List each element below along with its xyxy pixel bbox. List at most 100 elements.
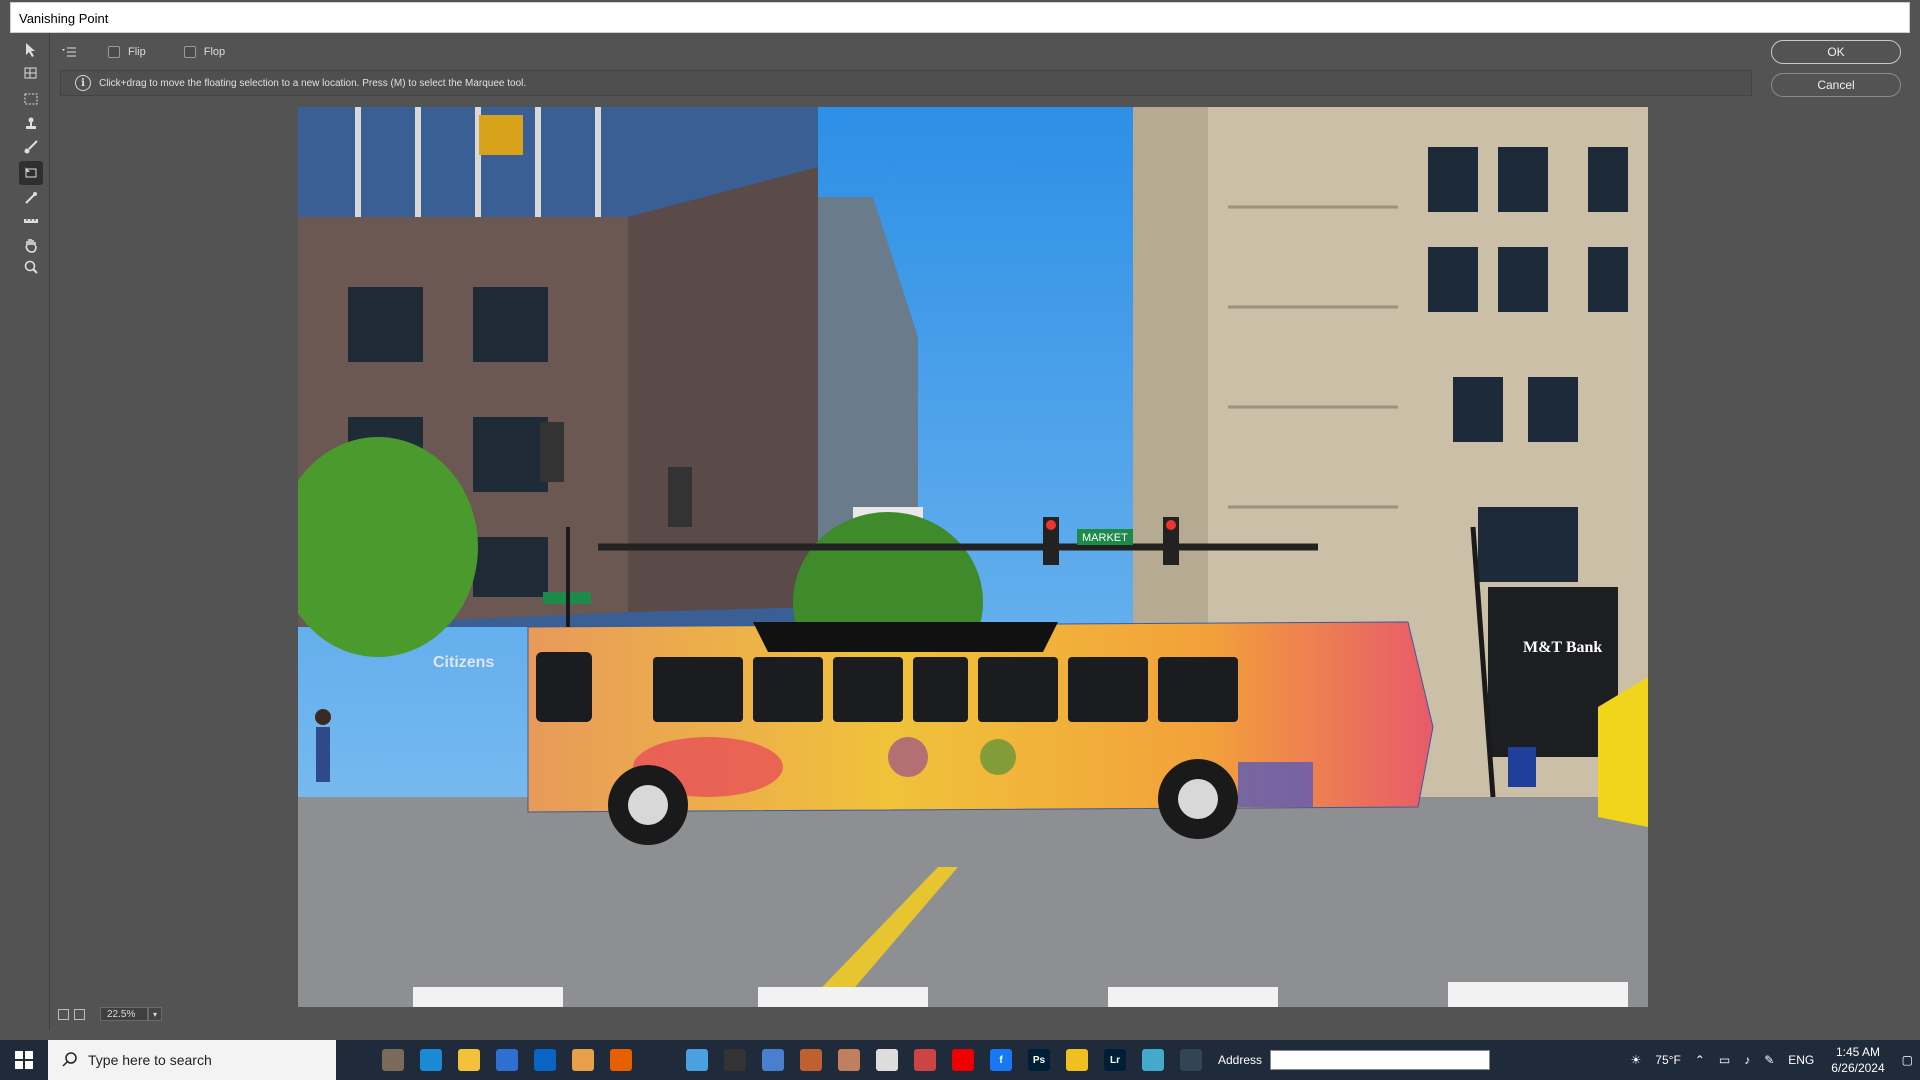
app-icon-glyph (876, 1049, 898, 1071)
info-message: Click+drag to move the floating selectio… (99, 77, 527, 89)
firefox-icon-glyph (610, 1049, 632, 1071)
youtube-icon[interactable] (944, 1040, 982, 1080)
brush-icon[interactable] (19, 135, 43, 159)
dropbox-icon[interactable] (640, 1040, 678, 1080)
task-view-icon[interactable] (336, 1040, 374, 1080)
task-view-icon-glyph (344, 1049, 366, 1071)
transform-icon[interactable] (19, 161, 43, 185)
app-icon-glyph (800, 1049, 822, 1071)
address-label: Address (1218, 1053, 1263, 1067)
edge-icon-glyph (420, 1049, 442, 1071)
mt-bank-sign: M&T Bank (1523, 639, 1602, 656)
amazon-icon[interactable] (716, 1040, 754, 1080)
windows-logo-icon (15, 1051, 33, 1069)
start-button[interactable] (0, 1040, 48, 1080)
app-icon[interactable] (830, 1040, 868, 1080)
market-street-sign: MARKET (1082, 532, 1128, 544)
app-icon-glyph (914, 1049, 936, 1071)
stamp-icon[interactable] (19, 112, 43, 136)
photoshop-icon[interactable]: Ps (1020, 1040, 1058, 1080)
app-icon-glyph (762, 1049, 784, 1071)
taskbar-apps: f Ps Lr (336, 1040, 1210, 1080)
options-bar: Flip Flop (60, 39, 263, 65)
search-placeholder: Type here to search (88, 1052, 212, 1068)
file-explorer-icon-glyph (458, 1049, 480, 1071)
photoshop-icon-glyph: Ps (1028, 1049, 1050, 1071)
flop-label: Flop (203, 46, 226, 58)
app-icon[interactable] (868, 1040, 906, 1080)
weather-temp[interactable]: 75°F (1655, 1053, 1680, 1067)
app-icon-glyph (572, 1049, 594, 1071)
vanishing-point-dialog: Flip Flop i Click+drag to move the float… (10, 33, 1910, 1030)
citizens-bank-sign: Citizens (433, 654, 494, 671)
outlook-icon[interactable] (526, 1040, 564, 1080)
eyedropper-icon[interactable] (19, 186, 43, 210)
info-icon: i (75, 75, 91, 91)
measure-icon[interactable] (19, 209, 43, 233)
system-tray: ☀ 75°F ⌃ ▭ ♪ ✎ ENG 1:45 AM 6/26/2024 ▢ (1624, 1040, 1920, 1080)
lightroom-icon-glyph: Lr (1104, 1049, 1126, 1071)
address-toolbar: Address (1218, 1050, 1491, 1070)
actual-size-icon[interactable] (74, 1008, 85, 1020)
zoom-icon[interactable] (19, 255, 43, 279)
clock[interactable]: 1:45 AM 6/26/2024 (1831, 1044, 1884, 1076)
edge-icon[interactable] (412, 1040, 450, 1080)
notification-icon[interactable]: ▢ (1902, 1053, 1913, 1067)
status-bar: 22.5% ▾ (58, 1005, 162, 1023)
youtube-icon-glyph (952, 1049, 974, 1071)
facebook-icon[interactable]: f (982, 1040, 1020, 1080)
clock-date: 6/26/2024 (1831, 1061, 1885, 1075)
facebook-icon-glyph: f (990, 1049, 1012, 1071)
cancel-button[interactable]: Cancel (1771, 73, 1901, 97)
app-icon[interactable] (792, 1040, 830, 1080)
flip-checkbox-box[interactable] (108, 46, 120, 58)
zoom-dropdown-icon[interactable]: ▾ (148, 1007, 162, 1021)
info-bar: i Click+drag to move the floating select… (60, 70, 1752, 96)
app-icon[interactable] (374, 1040, 412, 1080)
marquee-icon[interactable] (19, 87, 43, 111)
address-input[interactable] (1270, 1050, 1491, 1070)
app-icon[interactable] (678, 1040, 716, 1080)
language-indicator[interactable]: ENG (1788, 1053, 1814, 1067)
edit-plane-icon[interactable] (19, 38, 43, 62)
tool-panel (10, 33, 50, 1030)
app-icon-glyph (382, 1049, 404, 1071)
app-icon-glyph (838, 1049, 860, 1071)
weather-icon[interactable]: ☀ (1631, 1053, 1642, 1067)
options-menu-icon[interactable] (60, 45, 78, 59)
zoom-level[interactable]: 22.5% (100, 1007, 148, 1021)
store-icon-glyph (496, 1049, 518, 1071)
hand-icon[interactable] (19, 233, 43, 257)
ok-button[interactable]: OK (1771, 40, 1901, 64)
clock-time: 1:45 AM (1835, 1045, 1880, 1059)
create-plane-icon[interactable] (19, 61, 43, 85)
app-icon[interactable] (564, 1040, 602, 1080)
pen-icon[interactable]: ✎ (1764, 1053, 1774, 1067)
app-icon[interactable] (906, 1040, 944, 1080)
street-scene-image: MARKET Citizens M&T Bank (298, 107, 1648, 1007)
app-icon-glyph (1066, 1049, 1088, 1071)
flop-checkbox[interactable]: Flop (183, 46, 226, 58)
image-canvas[interactable]: MARKET Citizens M&T Bank (298, 107, 1648, 1007)
app-icon[interactable] (1134, 1040, 1172, 1080)
amazon-icon-glyph (724, 1049, 746, 1071)
flip-checkbox[interactable]: Flip (108, 46, 146, 58)
app-icon-glyph (1180, 1049, 1202, 1071)
app-icon[interactable] (754, 1040, 792, 1080)
fit-view-icon[interactable] (58, 1008, 69, 1020)
outlook-icon-glyph (534, 1049, 556, 1071)
lightroom-icon[interactable]: Lr (1096, 1040, 1134, 1080)
taskbar-search-box[interactable]: Type here to search (48, 1040, 336, 1080)
windows-taskbar: Type here to search f Ps Lr Address ☀ 75°F… (0, 1040, 1920, 1080)
window-title: Vanishing Point (10, 2, 1910, 33)
chevron-up-icon[interactable]: ⌃ (1695, 1053, 1705, 1067)
app-icon[interactable] (1172, 1040, 1210, 1080)
volume-icon[interactable]: ♪ (1744, 1053, 1750, 1067)
app-icon[interactable] (1058, 1040, 1096, 1080)
network-icon[interactable]: ▭ (1719, 1053, 1730, 1067)
firefox-icon[interactable] (602, 1040, 640, 1080)
flip-label: Flip (128, 46, 146, 58)
file-explorer-icon[interactable] (450, 1040, 488, 1080)
store-icon[interactable] (488, 1040, 526, 1080)
flop-checkbox-box[interactable] (183, 46, 196, 58)
